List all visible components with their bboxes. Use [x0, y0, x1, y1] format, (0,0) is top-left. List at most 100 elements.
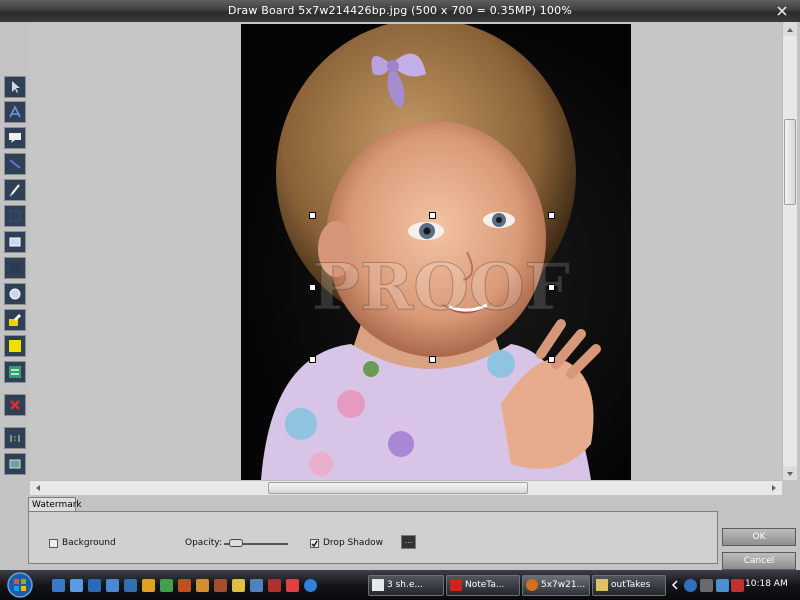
ellipse-tool[interactable]	[4, 283, 26, 305]
quicklaunch-app-4-icon[interactable]	[196, 579, 209, 592]
screen-tool[interactable]	[4, 453, 26, 475]
shadow-options-label: ...	[404, 536, 413, 545]
watermark-settings-panel: Background Opacity: Drop Shadow ...	[28, 511, 718, 564]
tab-watermark[interactable]: Watermark	[28, 497, 82, 511]
delete-tool[interactable]	[4, 394, 26, 416]
quicklaunch-app-1-icon[interactable]	[106, 579, 119, 592]
monitor-icon	[9, 459, 21, 469]
shadow-options-button[interactable]: ...	[401, 535, 416, 549]
up-arrow-icon	[787, 28, 793, 32]
tray-status-icon[interactable]	[700, 579, 713, 592]
tray-volume-icon[interactable]	[716, 579, 729, 592]
vertical-scroll-thumb[interactable]	[784, 119, 796, 205]
tray-expand-chevron-icon[interactable]	[670, 578, 680, 592]
red-x-icon	[10, 400, 20, 410]
drop-shadow-checkbox[interactable]	[310, 539, 319, 548]
circle-icon	[9, 288, 21, 300]
tray-network-icon[interactable]	[684, 579, 697, 592]
title-bar: Draw Board 5x7w214426bp.jpg (500 x 700 =…	[0, 0, 800, 22]
opacity-slider[interactable]	[224, 538, 288, 550]
taskbar-item-0[interactable]: 3 sh.e...	[368, 575, 444, 596]
quicklaunch-app-9-icon[interactable]	[286, 579, 299, 592]
actual-size-tool[interactable]	[4, 427, 26, 449]
taskbar: 3 sh.e... NoteTa... 5x7w21... outTakes 1…	[0, 570, 800, 600]
selection-handle-ml[interactable]	[309, 284, 316, 291]
quicklaunch-switch-windows-icon[interactable]	[88, 579, 101, 592]
close-icon[interactable]	[776, 5, 788, 17]
text-a-icon	[9, 105, 21, 118]
quicklaunch-app-6-icon[interactable]	[232, 579, 245, 592]
quicklaunch-app-3-icon[interactable]	[160, 579, 173, 592]
opacity-label: Opacity:	[185, 538, 222, 548]
quicklaunch-media-player-icon[interactable]	[142, 579, 155, 592]
line-icon	[9, 159, 21, 169]
start-button-orb-icon[interactable]	[2, 570, 38, 600]
dark-square-icon	[10, 263, 20, 273]
background-checkbox[interactable]	[49, 539, 58, 548]
highlight-tool[interactable]	[4, 309, 26, 331]
left-arrow-icon[interactable]	[32, 482, 44, 494]
quicklaunch-explorer-icon[interactable]	[70, 579, 83, 592]
rectangle-tool[interactable]	[4, 231, 26, 253]
speech-bubble-icon	[9, 133, 21, 143]
filled-rect-tool[interactable]	[4, 205, 26, 227]
horizontal-scroll-thumb[interactable]	[268, 482, 528, 494]
taskbar-item-3-label: outTakes	[611, 580, 651, 590]
taskbar-item-1[interactable]: NoteTa...	[446, 575, 520, 596]
selection-handle-tm[interactable]	[429, 212, 436, 219]
yellow-square-icon	[9, 340, 21, 352]
quicklaunch-app-2-icon[interactable]	[124, 579, 137, 592]
photo-preview[interactable]: PROOF	[241, 24, 631, 480]
quicklaunch-app-8-icon[interactable]	[268, 579, 281, 592]
gradient-tool[interactable]	[4, 361, 26, 383]
drawboard-app-icon	[526, 579, 538, 591]
fill-color-tool[interactable]	[4, 335, 26, 357]
window-client-area: PROOF Watermark Background Opacity: Drop…	[0, 22, 800, 570]
down-arrow-icon	[787, 472, 793, 476]
taskbar-item-0-label: 3 sh.e...	[387, 580, 423, 590]
background-label: Background	[62, 538, 116, 548]
one-to-one-icon	[10, 435, 20, 442]
pen-tool[interactable]	[4, 179, 26, 201]
taskbar-item-3[interactable]: outTakes	[592, 575, 666, 596]
scroll-down-button[interactable]	[783, 466, 797, 480]
canvas-area[interactable]: PROOF	[30, 22, 782, 480]
scroll-up-button[interactable]	[783, 22, 797, 36]
pen-icon	[9, 184, 20, 197]
checkmark-icon	[311, 540, 318, 547]
quicklaunch-app-5-icon[interactable]	[214, 579, 227, 592]
folder-icon	[596, 579, 608, 591]
quicklaunch-internet-explorer-icon[interactable]	[304, 579, 317, 592]
select-arrow-tool[interactable]	[4, 76, 26, 98]
horizontal-scrollbar[interactable]	[30, 480, 782, 495]
text-tool[interactable]	[4, 101, 26, 123]
quicklaunch-bridge-icon[interactable]	[178, 579, 191, 592]
document-icon	[372, 579, 384, 591]
taskbar-item-2[interactable]: 5x7w21...	[522, 575, 590, 596]
selection-handle-tr[interactable]	[548, 212, 555, 219]
portrait-photo-image: PROOF	[261, 24, 601, 480]
selection-handle-mr[interactable]	[548, 284, 555, 291]
tray-security-icon[interactable]	[731, 579, 744, 592]
drop-shadow-label: Drop Shadow	[323, 538, 384, 548]
window-title: Draw Board 5x7w214426bp.jpg (500 x 700 =…	[228, 4, 572, 17]
vertical-scrollbar[interactable]	[782, 22, 797, 480]
ok-button[interactable]: OK	[722, 528, 796, 546]
notetab-icon	[450, 579, 462, 591]
selection-handle-br[interactable]	[548, 356, 555, 363]
selection-handle-bm[interactable]	[429, 356, 436, 363]
right-arrow-icon[interactable]	[768, 482, 780, 494]
filled-square-icon	[9, 210, 21, 222]
cancel-button[interactable]: Cancel	[722, 552, 796, 570]
quicklaunch-app-7-icon[interactable]	[250, 579, 263, 592]
speech-bubble-tool[interactable]	[4, 127, 26, 149]
taskbar-item-1-label: NoteTa...	[465, 580, 505, 590]
watermark-text: PROOF	[312, 250, 570, 325]
selection-handle-tl[interactable]	[309, 212, 316, 219]
taskbar-clock[interactable]: 10:18 AM	[745, 579, 788, 589]
quicklaunch-show-desktop-icon[interactable]	[52, 579, 65, 592]
selection-handle-bl[interactable]	[309, 356, 316, 363]
opacity-slider-thumb[interactable]	[229, 539, 243, 547]
line-tool[interactable]	[4, 153, 26, 175]
dark-rect-tool[interactable]	[4, 257, 26, 279]
